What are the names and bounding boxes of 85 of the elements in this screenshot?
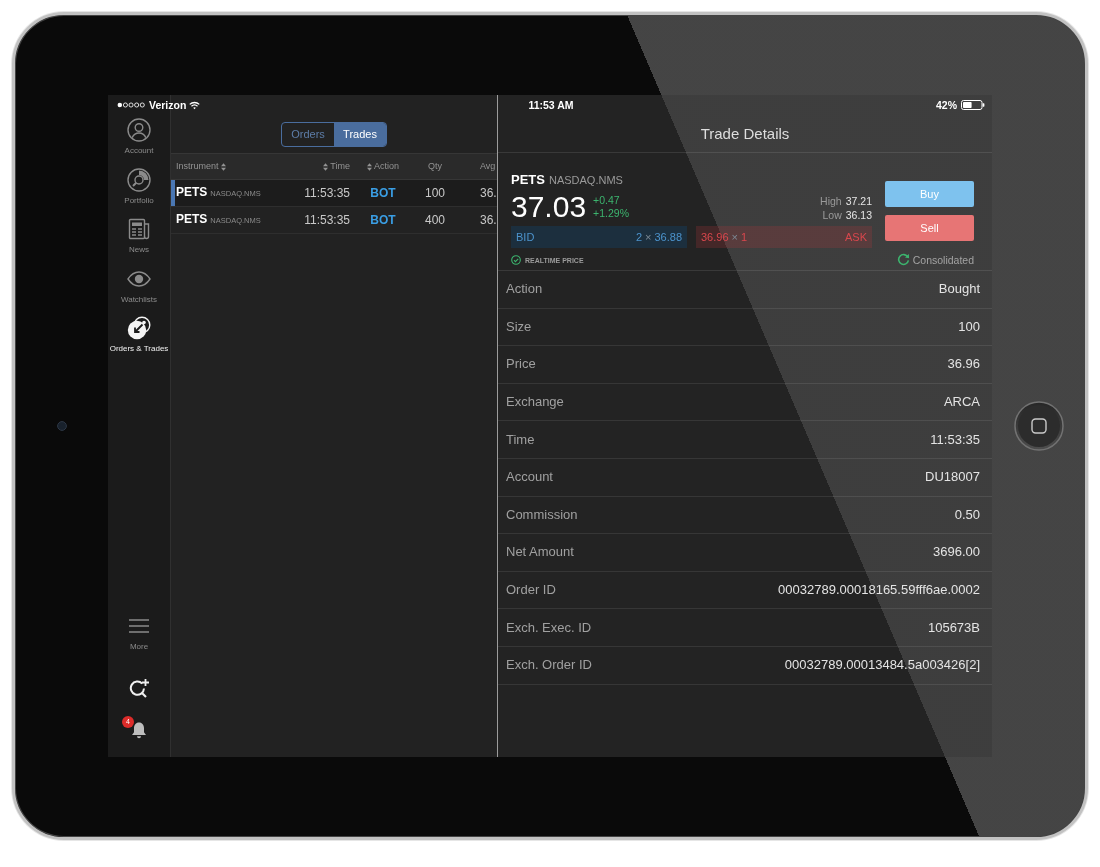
column-header[interactable]: Action bbox=[367, 161, 399, 172]
time-cell: 11:53:35 bbox=[304, 186, 350, 200]
avg-cell: 36. bbox=[480, 186, 497, 200]
column-header[interactable]: Time bbox=[323, 161, 350, 172]
sidebar-item[interactable]: Portfolio bbox=[124, 167, 154, 206]
wifi-icon bbox=[189, 100, 201, 110]
field-label: Action bbox=[506, 281, 543, 298]
ask-price: 36.96 bbox=[701, 230, 729, 244]
sort-icon bbox=[323, 162, 329, 171]
field-label: Exch. Order ID bbox=[506, 657, 592, 674]
times-sign: × bbox=[645, 230, 652, 244]
field-label: Commission bbox=[506, 506, 578, 523]
time-cell: 11:53:35 bbox=[304, 213, 350, 227]
home-button-icon bbox=[1013, 401, 1064, 451]
exchange-text: NASDAQ.NMS bbox=[548, 173, 623, 188]
sort-icon bbox=[367, 162, 372, 171]
bid-size: 2 bbox=[635, 230, 643, 244]
symbol-text: PETS bbox=[176, 185, 208, 199]
field-value: 36.96 bbox=[947, 356, 980, 373]
field-value: 11:53:35 bbox=[930, 431, 980, 448]
magnifier-circle-icon bbox=[127, 167, 151, 192]
field-value: ARCA bbox=[943, 394, 980, 411]
signal-dots-icon bbox=[117, 102, 146, 108]
sort-icon bbox=[220, 162, 226, 171]
battery-percent: 42% bbox=[936, 99, 957, 111]
ask-label: ASK bbox=[845, 230, 867, 244]
field-label: Net Amount bbox=[506, 544, 574, 561]
high-label: High bbox=[820, 194, 842, 208]
field-value: DU18007 bbox=[925, 469, 980, 486]
bell-icon[interactable] bbox=[130, 721, 148, 739]
field-value: 0.50 bbox=[954, 506, 980, 523]
high-value: 37.21 bbox=[845, 194, 872, 208]
sidebar-item[interactable]: Watchlists bbox=[120, 266, 158, 305]
refresh-icon bbox=[896, 253, 910, 266]
field-label: Size bbox=[506, 318, 532, 335]
segment-tab[interactable]: Orders bbox=[282, 123, 334, 146]
field-label: Order ID bbox=[506, 582, 556, 599]
sell-button[interactable]: Sell bbox=[885, 215, 974, 241]
field-value: 00032789.00013484.5a003426[2] bbox=[784, 657, 980, 674]
field-label: Exchange bbox=[506, 394, 564, 411]
search-plus-icon[interactable] bbox=[129, 678, 149, 698]
bid-label: BID bbox=[516, 230, 535, 244]
qty-cell: 400 bbox=[425, 213, 445, 227]
more-button[interactable]: More bbox=[129, 619, 149, 652]
segment-tab[interactable]: Trades bbox=[334, 123, 386, 146]
symbol-text: PETS bbox=[176, 212, 208, 226]
field-value: 3696.00 bbox=[933, 544, 980, 561]
field-value: 00032789.00018165.59fff6ae.0002 bbox=[778, 582, 980, 599]
carrier-name: Verizon bbox=[149, 99, 187, 111]
panel-title: Trade Details bbox=[700, 124, 790, 143]
qty-cell: 100 bbox=[425, 186, 445, 200]
newspaper-icon bbox=[127, 217, 151, 241]
source-label: Consolidated bbox=[912, 253, 974, 266]
column-header[interactable]: Avg bbox=[480, 161, 496, 172]
low-label: Low bbox=[822, 208, 842, 222]
field-label: Exch. Exec. ID bbox=[506, 619, 592, 636]
menu-icon bbox=[129, 619, 149, 633]
column-header[interactable]: Instrument bbox=[176, 161, 226, 172]
person-icon bbox=[127, 118, 151, 142]
sidebar-item[interactable]: Account bbox=[124, 118, 154, 156]
price-change: +0.47 bbox=[593, 194, 620, 207]
check-circle-icon bbox=[511, 255, 521, 265]
sidebar-item[interactable]: News bbox=[127, 217, 151, 255]
action-cell: BOT bbox=[370, 213, 396, 227]
field-value: 100 bbox=[958, 318, 980, 335]
last-price: 37.03 bbox=[511, 190, 587, 224]
avg-cell: 36. bbox=[480, 213, 497, 227]
field-value: Bought bbox=[938, 281, 980, 298]
low-value: 36.13 bbox=[845, 208, 872, 222]
field-label: Price bbox=[506, 356, 536, 373]
action-cell: BOT bbox=[370, 186, 396, 200]
clock-time: 11:53 AM bbox=[528, 99, 574, 111]
ask-size: 1 bbox=[740, 230, 748, 244]
field-label: Time bbox=[506, 431, 535, 448]
camera-lens-icon bbox=[56, 421, 67, 431]
overlapping-circles-icon bbox=[127, 316, 151, 340]
bid-price: 36.88 bbox=[654, 230, 682, 244]
symbol-text: PETS bbox=[511, 172, 545, 188]
battery-icon bbox=[961, 100, 985, 110]
percent-change: +1.29% bbox=[593, 207, 629, 220]
times-sign: × bbox=[731, 230, 738, 244]
field-label: Account bbox=[506, 469, 553, 486]
column-header[interactable]: Qty bbox=[428, 161, 442, 172]
field-value: 105673B bbox=[927, 619, 980, 636]
sidebar-item[interactable]: Orders & Trades bbox=[109, 316, 169, 354]
